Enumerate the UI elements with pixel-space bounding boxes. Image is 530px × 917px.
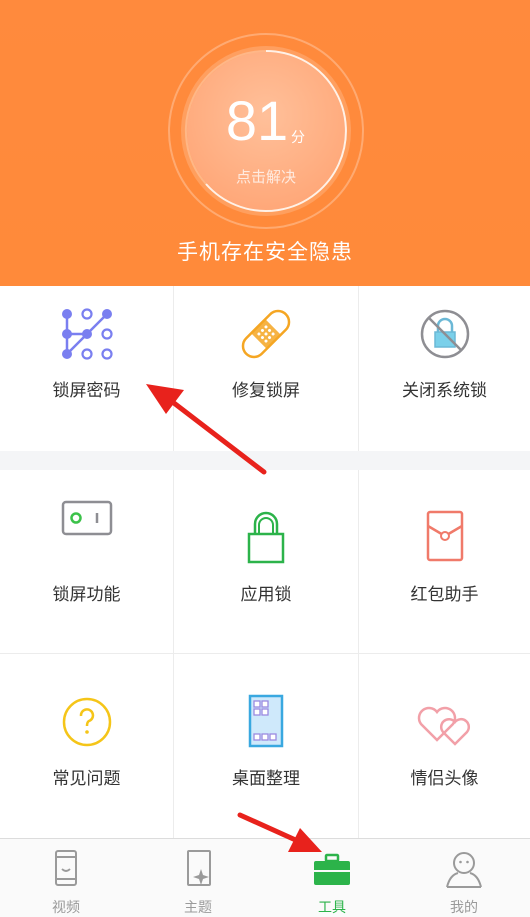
hearts-icon	[417, 706, 470, 746]
pattern-lock-icon	[61, 308, 113, 360]
tab-tools[interactable]: 工具	[266, 839, 398, 917]
tool-label: 红包助手	[410, 585, 479, 605]
tool-label: 关闭系统锁	[402, 381, 487, 401]
tool-faq[interactable]: 常见问题	[0, 654, 174, 838]
fix-action-label[interactable]: 点击解决	[216, 166, 316, 187]
padlock-icon	[247, 511, 285, 564]
tab-profile[interactable]: 我的	[398, 839, 530, 917]
tool-label: 应用锁	[240, 585, 292, 605]
switch-icon	[61, 500, 112, 536]
tab-label: 我的	[450, 900, 478, 916]
tab-video[interactable]: 视频	[0, 839, 132, 917]
profile-icon	[446, 852, 482, 888]
disable-lock-icon	[420, 309, 469, 359]
tool-lock-password[interactable]: 锁屏密码	[0, 286, 174, 451]
tab-label: 工具	[318, 900, 346, 916]
tool-red-envelope[interactable]: 红包助手	[359, 470, 530, 654]
tool-label: 锁屏密码	[52, 381, 121, 401]
toolbox-icon	[314, 853, 350, 885]
tool-couple-avatar[interactable]: 情侣头像	[359, 654, 530, 838]
secondary-tools-grid: 锁屏功能 应用锁 红包助手 常见问题 桌面整理 情侣头像	[0, 470, 530, 838]
tab-theme[interactable]: 主题	[132, 839, 264, 917]
security-score: 81	[225, 89, 289, 152]
theme-icon	[187, 850, 211, 886]
video-phone-icon	[55, 850, 77, 886]
bottom-tab-bar: 视频 主题 工具 我的	[0, 838, 530, 917]
security-header: 81 分 点击解决 手机存在安全隐患	[0, 0, 530, 286]
desktop-grid-icon	[248, 694, 284, 748]
tool-lock-features[interactable]: 锁屏功能	[0, 470, 174, 654]
tool-label: 情侣头像	[410, 769, 479, 789]
primary-tools-grid: 锁屏密码 修复锁屏 关闭系统锁	[0, 286, 530, 451]
tool-label: 修复锁屏	[232, 381, 300, 401]
score-unit: 分	[291, 130, 305, 146]
security-status-text: 手机存在安全隐患	[177, 240, 353, 264]
tool-repair-lock[interactable]: 修复锁屏	[174, 286, 359, 451]
red-envelope-icon	[426, 510, 463, 562]
tool-label: 锁屏功能	[52, 585, 121, 605]
tool-label: 桌面整理	[232, 769, 300, 789]
tool-desktop-organize[interactable]: 桌面整理	[174, 654, 359, 838]
tab-label: 主题	[184, 900, 212, 916]
tool-disable-system-lock[interactable]: 关闭系统锁	[359, 286, 530, 451]
tool-label: 常见问题	[52, 769, 121, 789]
tool-app-lock[interactable]: 应用锁	[174, 470, 359, 654]
tab-label: 视频	[52, 900, 80, 916]
bandage-icon	[241, 309, 291, 359]
question-icon	[62, 697, 111, 747]
